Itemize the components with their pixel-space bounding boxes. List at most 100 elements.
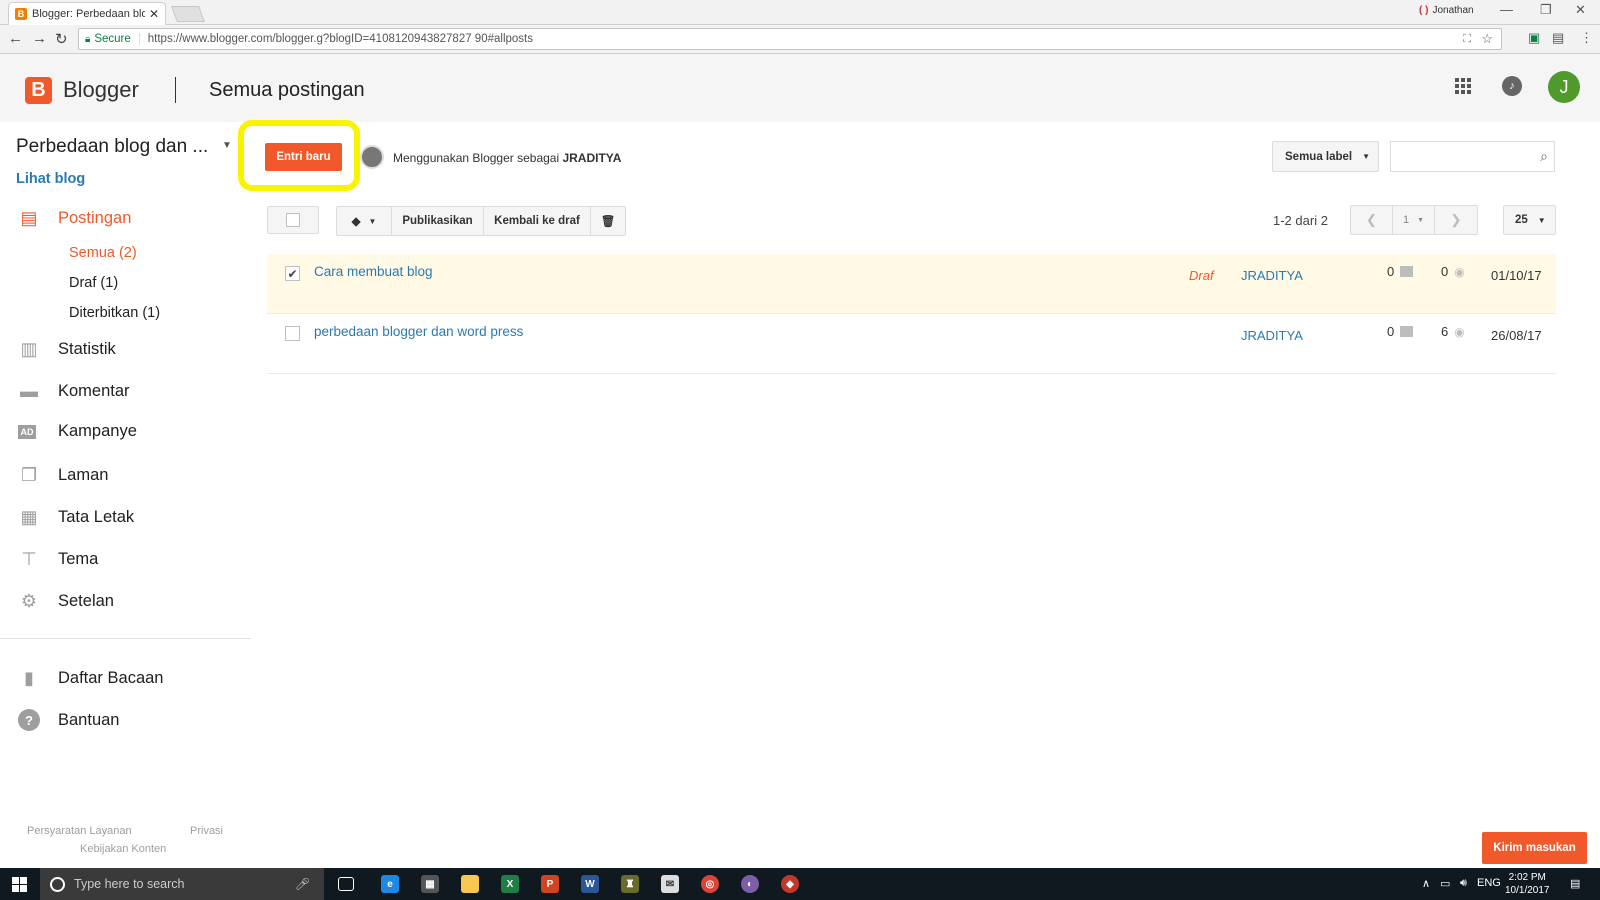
sidebar-item-reading-list[interactable]: ▮ Daftar Bacaan (18, 667, 163, 689)
tab-close-icon[interactable]: ✕ (149, 7, 159, 21)
terms-link[interactable]: Persyaratan Layanan (27, 825, 132, 837)
menu-dots-icon[interactable]: ⋮ (1580, 30, 1593, 46)
excel-icon[interactable]: X (501, 875, 519, 893)
close-window-icon[interactable]: ✕ (1575, 2, 1586, 18)
post-date: 01/10/17 (1491, 268, 1542, 283)
label-filter-dropdown[interactable]: Semua label ▼ (1272, 141, 1379, 172)
sidebar-item-campaigns[interactable]: AD Kampanye (18, 422, 137, 441)
post-row[interactable]: perbedaan blogger dan word press JRADITY… (267, 314, 1556, 374)
blog-selector[interactable]: Perbedaan blog dan ... (16, 136, 208, 158)
app-red-icon[interactable]: ◆ (781, 875, 799, 893)
sidebar-item-theme[interactable]: ⊤ Tema (18, 548, 98, 570)
help-icon: ? (18, 709, 40, 731)
sidebar-subitem-published[interactable]: Diterbitkan (1) (69, 305, 160, 321)
edge-icon[interactable]: e (381, 875, 399, 893)
prev-page-icon[interactable]: ❮ (1351, 206, 1393, 234)
extension-icon[interactable]: ▣ (1528, 30, 1540, 46)
powerpoint-icon[interactable]: P (541, 875, 559, 893)
file-explorer-icon[interactable] (461, 875, 479, 893)
mail-icon[interactable]: ✉ (661, 875, 679, 893)
send-feedback-button[interactable]: Kirim masukan (1482, 832, 1587, 864)
input-language[interactable]: ENG (1477, 877, 1501, 889)
profile-button[interactable]: ( ) Jonathan (1419, 5, 1474, 16)
bookmark-icon: ▮ (24, 667, 34, 688)
sidebar-item-layout[interactable]: ▦ Tata Letak (18, 506, 134, 528)
post-comments-count[interactable]: 0 (1387, 264, 1414, 279)
back-icon[interactable]: ← (8, 30, 23, 47)
revert-to-draft-button[interactable]: Kembali ke draf (484, 207, 591, 235)
post-title-link[interactable]: Cara membuat blog (314, 264, 433, 279)
posts-icon: ▤ (20, 207, 38, 228)
blogger-profile-avatar[interactable] (360, 145, 384, 169)
pagination-info: 1-2 dari 2 (1273, 213, 1328, 228)
sidebar-item-help[interactable]: ? Bantuan (18, 709, 119, 731)
app-name[interactable]: Blogger (63, 77, 139, 103)
publish-button[interactable]: Publikasikan (392, 207, 484, 235)
clock-date: 10/1/2017 (1505, 885, 1550, 896)
bookmark-star-icon[interactable]: ☆ (1481, 31, 1493, 47)
browser-titlebar: B Blogger: Perbedaan blog ✕ ( ) Jonathan… (0, 0, 1600, 25)
extension-camera-icon[interactable]: ▤ (1552, 30, 1564, 46)
reload-icon[interactable]: ↻ (55, 30, 68, 48)
torrent-icon[interactable]: ◐ (741, 875, 759, 893)
taskbar-search-placeholder: Type here to search (74, 877, 185, 891)
restore-icon[interactable]: ❐ (1540, 2, 1552, 18)
sidebar-item-comments[interactable]: ▬ Komentar (18, 380, 130, 402)
sidebar-item-pages[interactable]: ❐ Laman (18, 464, 109, 486)
chrome-icon[interactable]: ◎ (701, 875, 719, 893)
privacy-link[interactable]: Privasi (190, 825, 223, 837)
notifications-bell-icon[interactable]: ♪ (1502, 76, 1522, 96)
taskbar-clock[interactable]: 2:02 PM 10/1/2017 (1505, 871, 1550, 897)
using-as-prefix: Menggunakan Blogger sebagai (393, 151, 560, 165)
next-page-icon[interactable]: ❯ (1435, 206, 1477, 234)
url-text[interactable]: https://www.blogger.com/blogger.g?blogID… (148, 33, 533, 45)
page-number-select[interactable]: 1 ▼ (1393, 206, 1435, 234)
minimize-icon[interactable]: — (1500, 2, 1513, 17)
clock-time: 2:02 PM (1508, 872, 1546, 883)
tray-arrow-icon[interactable]: ∧ (1422, 877, 1430, 890)
sidebar-item-stats[interactable]: ▥ Statistik (18, 338, 115, 360)
delete-trash-icon[interactable]: 🗑︎ (591, 207, 625, 235)
post-author-link[interactable]: JRADITYA (1241, 328, 1303, 343)
browser-tab[interactable]: B Blogger: Perbedaan blog ✕ (8, 2, 166, 25)
row-checkbox[interactable]: ✔ (285, 266, 300, 281)
row-checkbox[interactable] (285, 326, 300, 341)
search-icon[interactable]: ⌕ (1540, 148, 1548, 165)
new-tab-button[interactable] (171, 6, 205, 22)
post-author-link[interactable]: JRADITYA (1241, 268, 1303, 283)
windows-start-icon[interactable] (12, 877, 27, 892)
post-title-link[interactable]: perbedaan blogger dan word press (314, 324, 523, 339)
app-icon[interactable]: ♜ (621, 875, 639, 893)
blog-selector-caret-icon[interactable]: ▼ (222, 140, 232, 151)
word-icon[interactable]: W (581, 875, 599, 893)
label-menu-button[interactable]: ◆ ▼ (337, 207, 392, 235)
address-bar[interactable]: 🔒︎ Secure https://www.blogger.com/blogge… (78, 28, 1502, 50)
post-comments-count[interactable]: 0 (1387, 324, 1414, 339)
network-icon[interactable]: ▭ (1440, 877, 1450, 890)
volume-icon[interactable]: 🔊︎ (1460, 877, 1467, 890)
post-row[interactable]: ✔ Cara membuat blog Draf JRADITYA 0 0 ◉ … (267, 254, 1556, 314)
post-search-input[interactable]: ⌕ (1390, 141, 1555, 172)
sidebar-item-settings[interactable]: ⚙ Setelan (18, 590, 114, 612)
sidebar-subitem-draft[interactable]: Draf (1) (69, 275, 118, 291)
store-icon[interactable]: ▦ (421, 875, 439, 893)
sidebar-subitem-all[interactable]: Semua (2) (69, 245, 137, 261)
cortana-icon (50, 876, 65, 892)
task-view-icon[interactable] (338, 877, 354, 891)
microphone-icon[interactable]: 🎤︎ (295, 877, 310, 891)
sidebar-item-posts[interactable]: ▤ Postingan (18, 207, 131, 229)
blogger-logo-icon[interactable]: B (25, 77, 52, 104)
apps-grid-icon[interactable] (1455, 78, 1471, 94)
select-all-checkbox[interactable] (267, 206, 319, 234)
user-avatar[interactable]: J (1548, 71, 1580, 103)
per-page-select[interactable]: 25 ▼ (1503, 205, 1556, 235)
action-center-icon[interactable]: ▤ (1570, 877, 1580, 890)
profile-icon: ( ) (1419, 5, 1429, 16)
highlight-annotation (238, 120, 360, 191)
view-blog-link[interactable]: Lihat blog (16, 171, 85, 187)
forward-icon[interactable]: → (32, 30, 47, 47)
translate-icon[interactable]: ⛶ (1463, 33, 1471, 46)
content-policy-link[interactable]: Kebijakan Konten (80, 843, 166, 855)
taskbar-search-input[interactable]: Type here to search 🎤︎ (40, 868, 324, 900)
address-row: ← → ↻ 🔒︎ Secure https://www.blogger.com/… (0, 25, 1600, 54)
